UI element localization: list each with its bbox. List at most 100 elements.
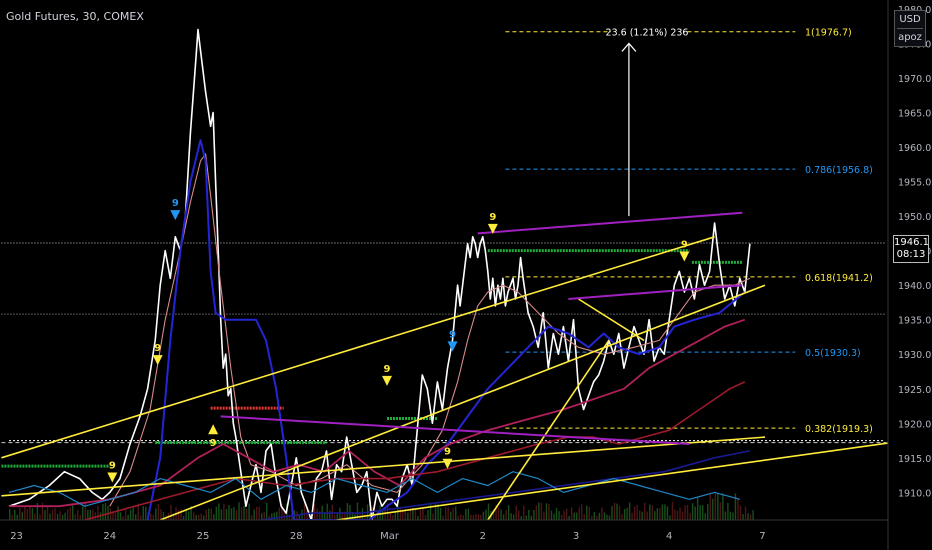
volume-bar — [77, 509, 79, 520]
volume-bar — [679, 507, 681, 520]
volume-bar — [477, 514, 480, 520]
volume-bar — [392, 515, 394, 520]
volume-bar — [26, 509, 29, 520]
volume-bar — [480, 514, 482, 520]
volume-bar — [11, 514, 13, 520]
volume-bar — [177, 510, 180, 520]
volume-bar — [515, 505, 517, 520]
volume-bar — [200, 513, 202, 520]
volume-bar — [223, 503, 225, 520]
volume-bar — [427, 509, 429, 520]
volume-bar — [84, 502, 86, 520]
volume-bar — [240, 506, 243, 520]
volume-bar — [432, 513, 434, 520]
volume-bar — [505, 510, 507, 520]
price-chart[interactable]: 9 9 9 9 9 9 9 9 9 23.6 (1.21%) 236 1(1976.7) 0.786(… — [0, 0, 932, 550]
volume-bar — [39, 514, 41, 520]
chart-container[interactable]: 9 9 9 9 9 9 9 9 9 23.6 (1.21%) 236 1(1976.7) 0.786(… — [0, 0, 932, 550]
volume-bar — [19, 507, 21, 520]
fib-label-3: 0.5(1930.3) — [805, 348, 861, 359]
y-tick-1910: 1910.0 — [898, 488, 931, 499]
td-marker-4 — [382, 375, 392, 386]
fib-label-2: 0.618(1941.2) — [805, 273, 873, 284]
plot-area: 9 9 9 9 9 9 9 9 9 23.6 (1.21%) 236 1(1976.7) 0.786(… — [1, 25, 888, 520]
volume-bar — [424, 514, 427, 520]
td-marker-label-6: 9 — [444, 447, 451, 458]
x-tick-24: 24 — [103, 531, 116, 542]
volume-bar — [127, 514, 129, 520]
volume-bar — [482, 511, 485, 520]
volume-bar — [185, 509, 187, 520]
td-marker-5 — [447, 341, 458, 352]
currency-scale-box[interactable]: USD apoz — [894, 10, 926, 47]
currency-label[interactable]: USD — [895, 13, 925, 26]
volume-bar — [611, 506, 613, 520]
series-purple-3 — [568, 284, 743, 300]
volume-bar — [676, 510, 679, 520]
volume-bar — [472, 514, 475, 520]
volume-bar — [389, 512, 391, 520]
volume-bar — [117, 506, 119, 520]
volume-bar — [513, 514, 515, 520]
volume-bar — [656, 508, 659, 520]
td-marker-0 — [170, 210, 181, 221]
volume-bar — [573, 512, 575, 520]
volume-bar — [326, 503, 328, 520]
volume-bar — [233, 507, 235, 520]
volume-bar — [588, 506, 590, 520]
volume-bar — [64, 512, 66, 520]
td-marker-8 — [679, 251, 690, 262]
volume-bar — [213, 514, 215, 520]
volume-bar — [724, 511, 727, 520]
volume-bar — [560, 514, 563, 520]
volume-bar — [535, 505, 538, 520]
volume-bar — [613, 502, 616, 520]
scale-mode-label[interactable]: apoz — [895, 31, 925, 44]
volume-bar — [455, 506, 457, 520]
volume-bar — [14, 509, 16, 520]
volume-bar — [603, 512, 606, 520]
volume-bar — [507, 505, 510, 520]
volume-bar — [737, 499, 739, 520]
series-purple-1 — [220, 415, 690, 445]
volume-bar — [644, 502, 646, 520]
volume-bar — [306, 510, 308, 520]
volume-bar — [628, 502, 631, 520]
volume-bar — [714, 493, 716, 520]
volume-bar — [195, 514, 197, 520]
volume-bar — [712, 498, 714, 520]
volume-bar — [707, 504, 709, 520]
volume-bar — [583, 514, 585, 520]
volume-bar — [601, 507, 603, 520]
volume-bar — [606, 514, 608, 520]
volume-bar — [346, 503, 349, 520]
volume-bar — [198, 514, 200, 520]
measure-label: 23.6 (1.21%) 236 — [606, 28, 689, 39]
td-marker-label-5: 9 — [449, 329, 456, 340]
volume-bar — [417, 515, 419, 520]
volume-bar — [540, 502, 543, 520]
volume-bar — [450, 511, 452, 520]
volume-bar — [744, 506, 747, 520]
volume-bar — [586, 505, 588, 520]
volume-bar — [686, 504, 689, 520]
volume-bar — [689, 512, 691, 520]
volume-bar — [659, 508, 661, 520]
volume-bar — [699, 505, 701, 520]
series-trend-2 — [1, 436, 766, 497]
volume-bar — [255, 506, 258, 520]
volume-bar — [550, 510, 553, 520]
volume-bar — [636, 504, 638, 520]
fib-label-4: 0.382(1919.3) — [805, 424, 873, 435]
volume-bar — [739, 505, 742, 520]
last-price: 1946.1 — [894, 237, 929, 249]
volume-bar — [457, 515, 459, 520]
volume-bar — [749, 514, 752, 520]
x-tick-3: 3 — [573, 531, 579, 542]
x-tick-7: 7 — [759, 531, 765, 542]
volume-bar — [238, 502, 240, 520]
volume-bar — [502, 514, 505, 520]
volume-bar — [46, 506, 49, 520]
volume-bar — [452, 507, 454, 520]
volume-bar — [407, 512, 409, 520]
